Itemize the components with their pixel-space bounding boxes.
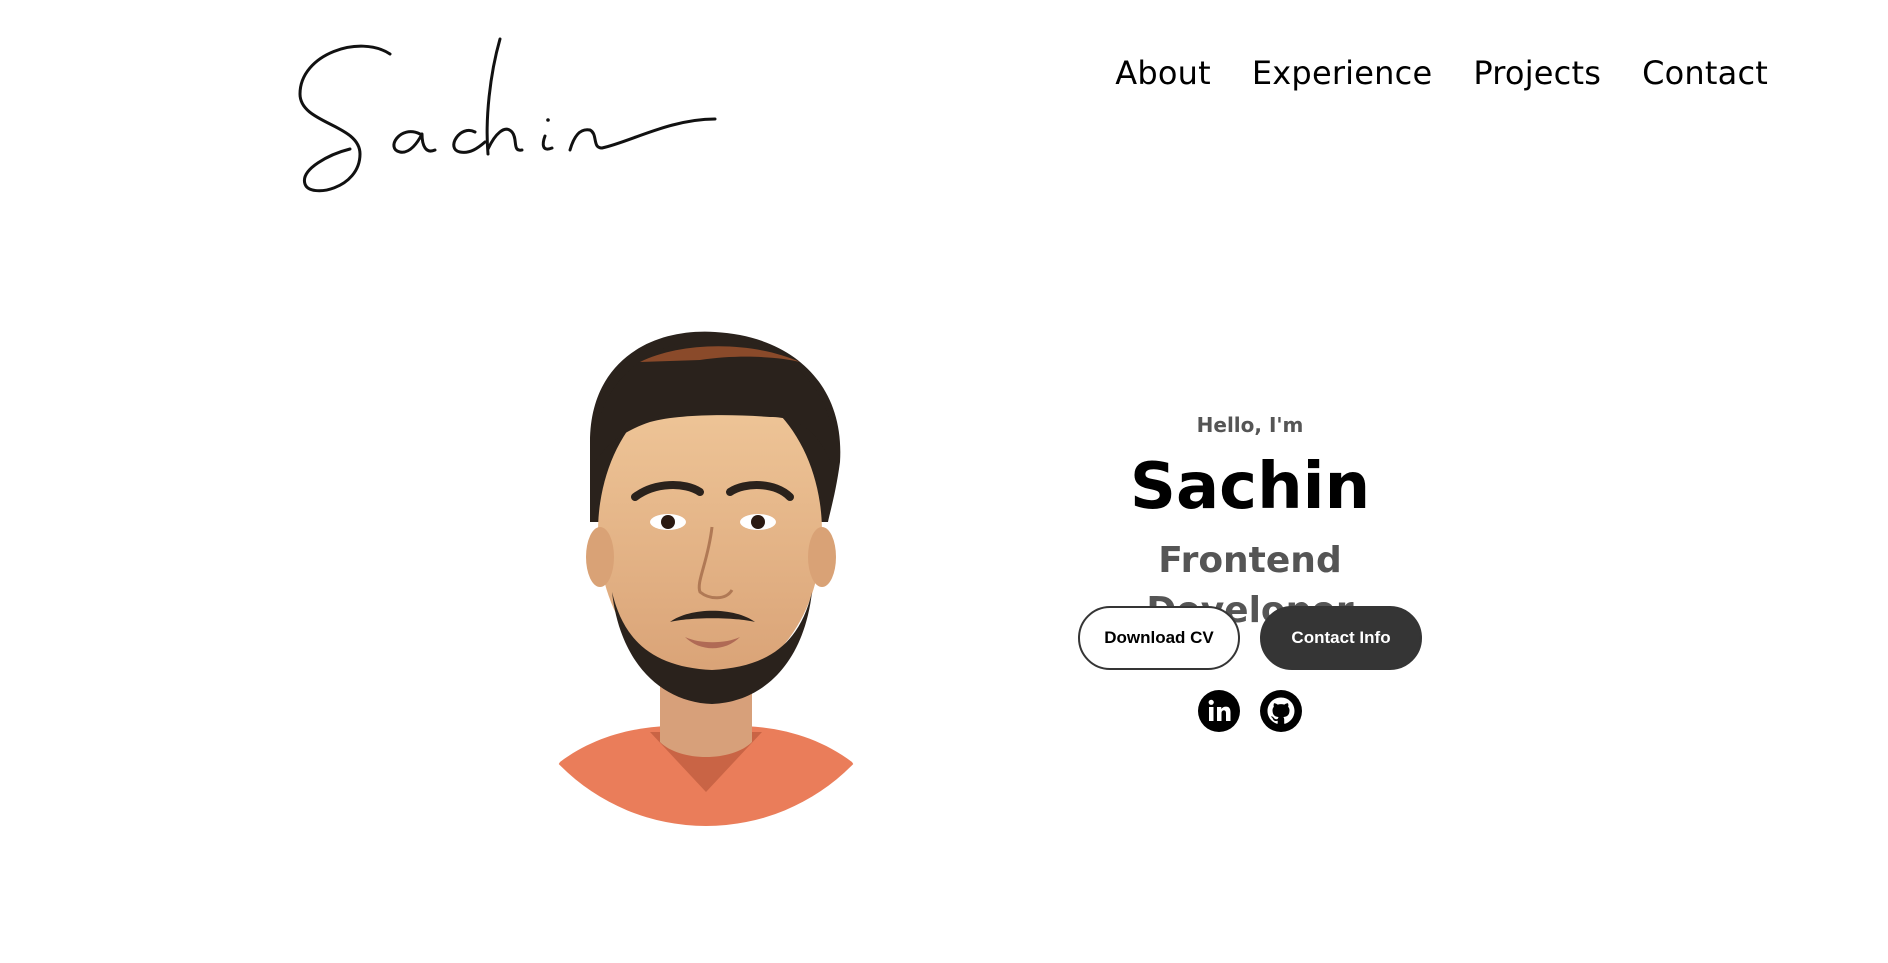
main-nav: About Experience Projects Contact bbox=[1115, 54, 1768, 92]
profile-name: Sachin bbox=[1129, 450, 1371, 524]
linkedin-icon[interactable] bbox=[1198, 690, 1240, 732]
profile-role: Frontend Developer bbox=[1146, 540, 1354, 631]
nav-contact-link[interactable]: Contact bbox=[1642, 54, 1768, 92]
social-links bbox=[1050, 690, 1450, 732]
nav-about-link[interactable]: About bbox=[1115, 54, 1211, 92]
profile-photo bbox=[500, 322, 912, 826]
page: About Experience Projects Contact Hello,… bbox=[0, 0, 1888, 963]
contact-info-button[interactable]: Contact Info bbox=[1260, 606, 1422, 670]
greeting-text: Hello, I'm bbox=[1196, 413, 1304, 437]
github-icon[interactable] bbox=[1260, 690, 1302, 732]
download-cv-button[interactable]: Download CV bbox=[1078, 606, 1240, 670]
signature-logo[interactable] bbox=[290, 24, 730, 204]
intro-section: Hello, I'm Sachin Frontend Developer Dow… bbox=[1050, 410, 1450, 732]
nav-projects-link[interactable]: Projects bbox=[1473, 54, 1601, 92]
nav-experience-link[interactable]: Experience bbox=[1252, 54, 1432, 92]
